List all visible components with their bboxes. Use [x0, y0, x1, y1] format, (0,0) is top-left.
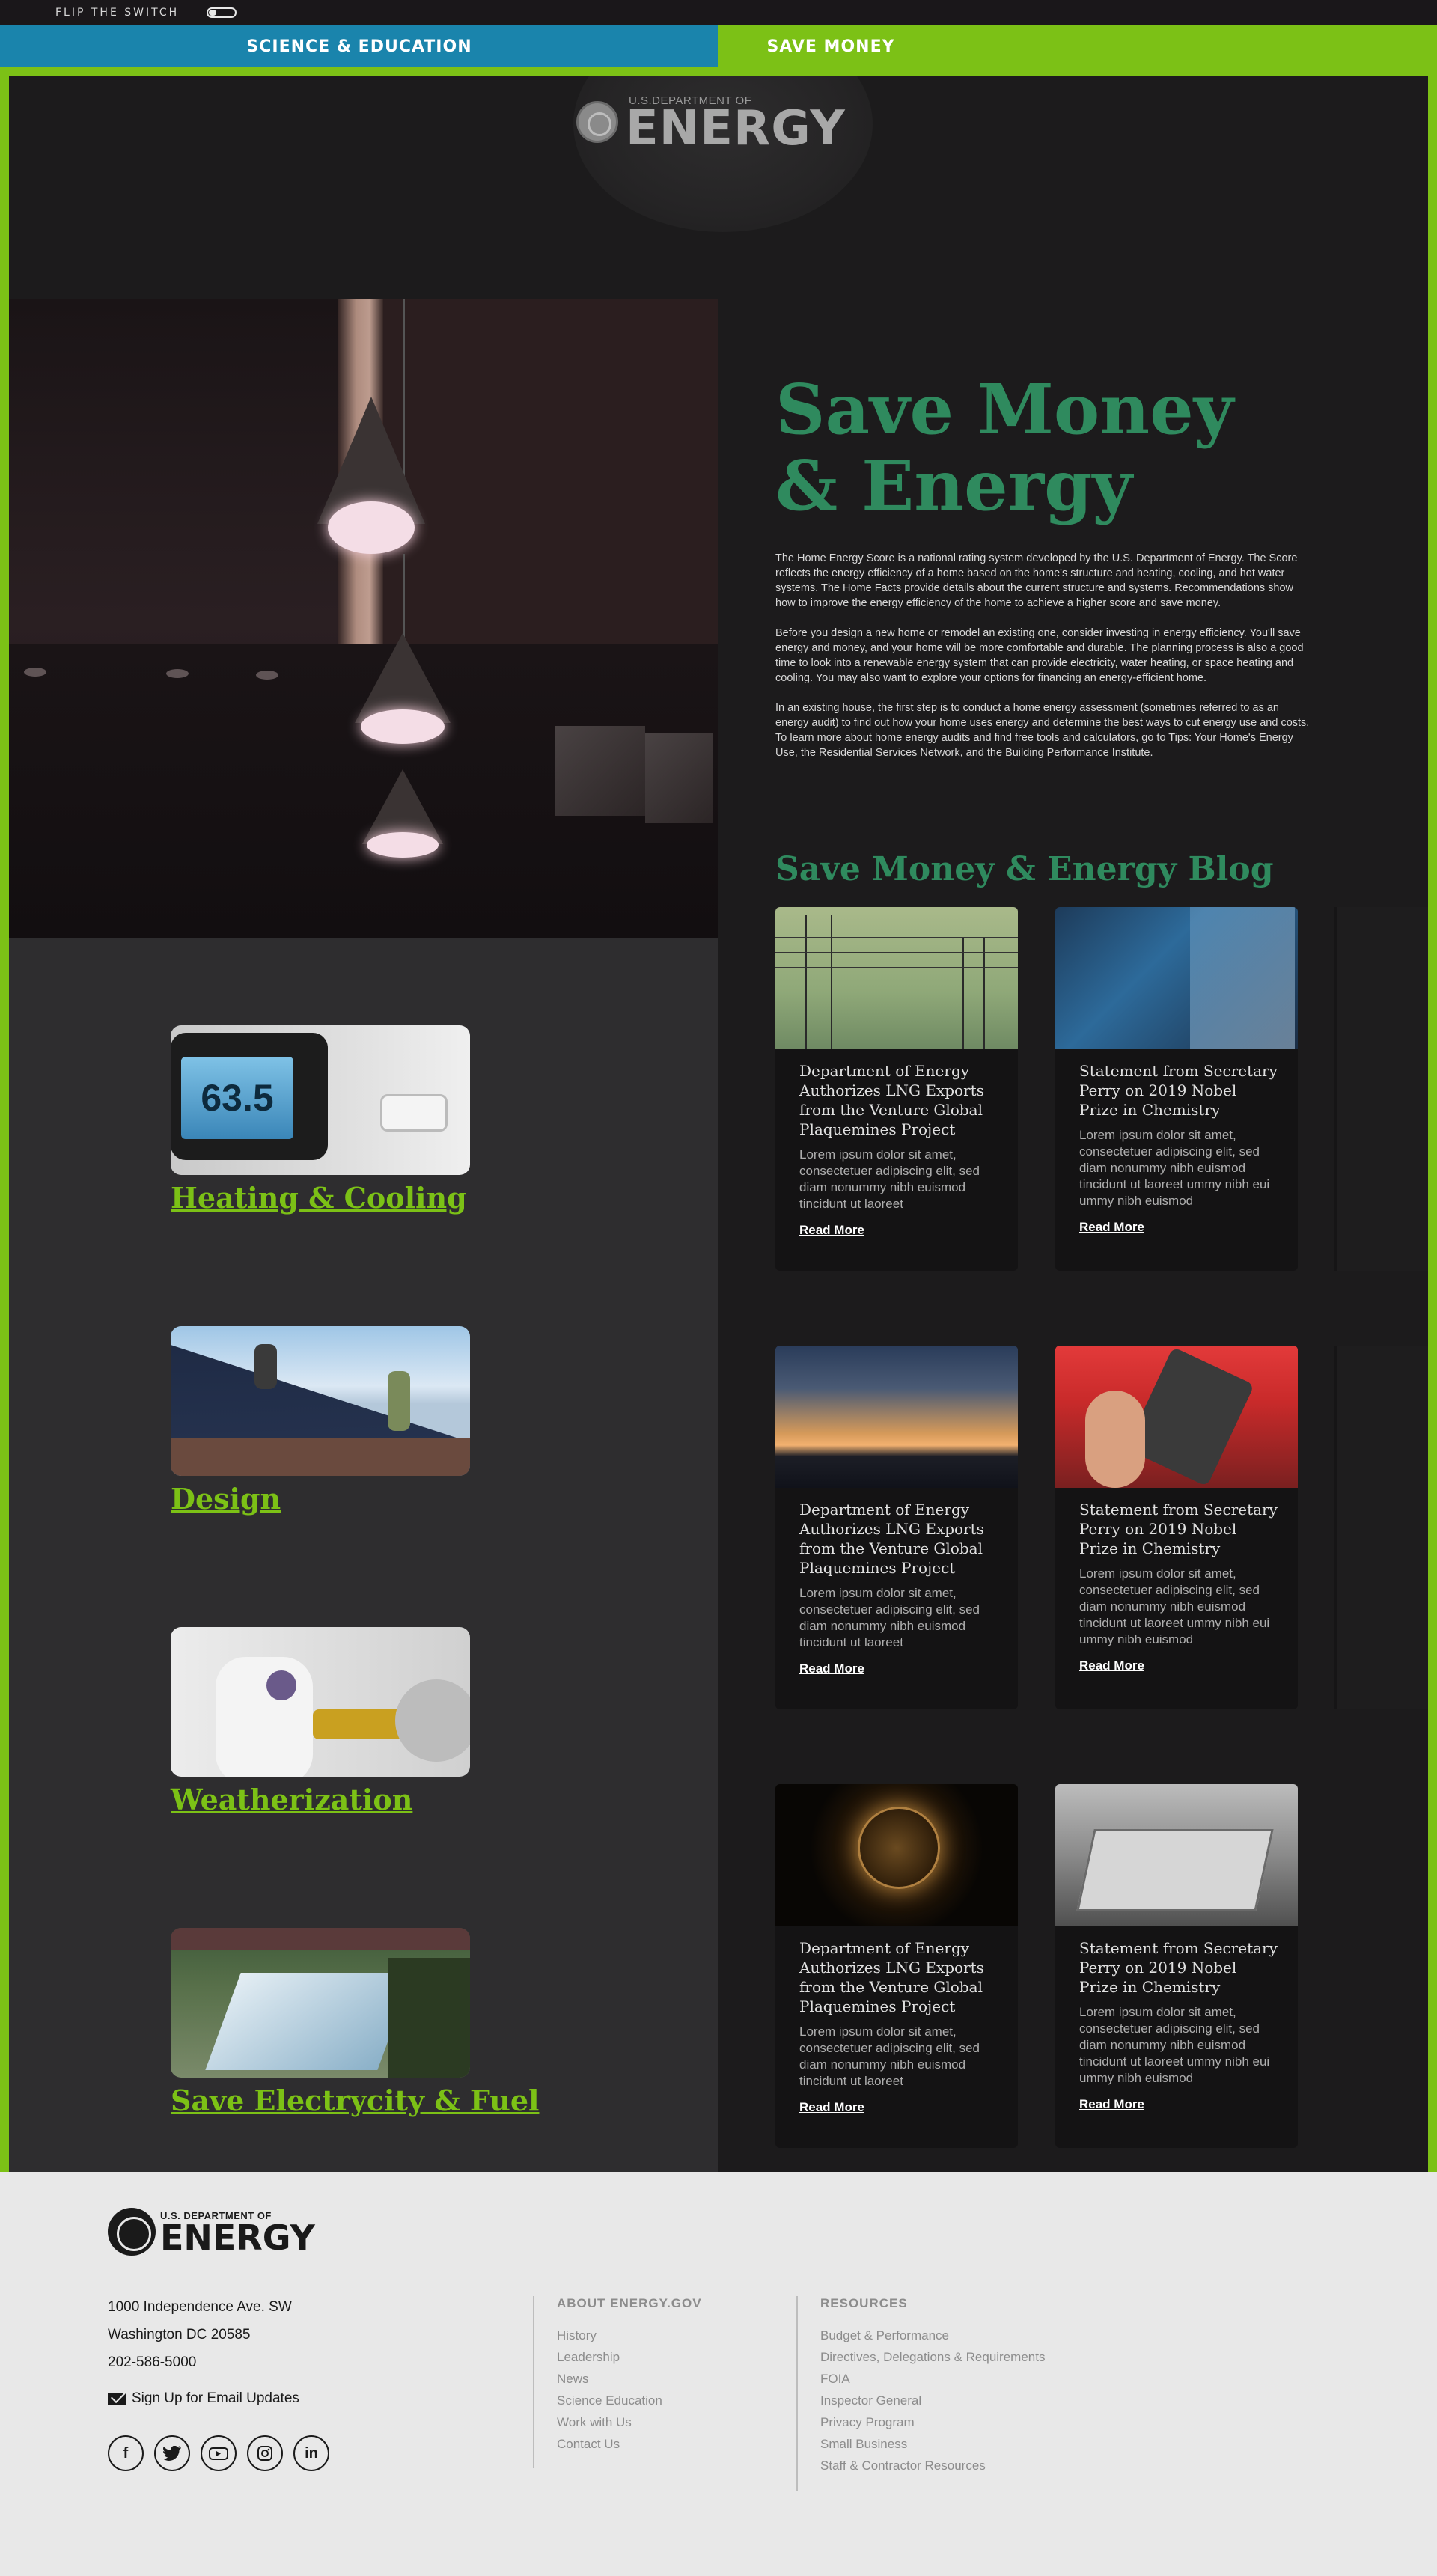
light-bulb-image [775, 1784, 1018, 1926]
footer-link[interactable]: Privacy Program [820, 2411, 1045, 2433]
skylight-house-image [171, 1928, 470, 2078]
footer-link[interactable]: Budget & Performance [820, 2325, 1045, 2346]
footer-link[interactable]: Small Business [820, 2433, 1045, 2455]
tab-science-education[interactable]: SCIENCE & EDUCATION [0, 25, 718, 67]
card-excerpt: Lorem ipsum dolor sit amet, consectetuer… [799, 2024, 980, 2088]
card-excerpt: Lorem ipsum dolor sit amet, consectetuer… [1079, 1566, 1270, 1646]
card-excerpt: Lorem ipsum dolor sit amet, consectetuer… [799, 1147, 980, 1211]
blog-section-title: Save Money & Energy Blog [775, 850, 1274, 888]
read-more-link[interactable]: Read More [799, 2100, 864, 2115]
footer-link[interactable]: Inspector General [820, 2390, 1045, 2411]
blog-card[interactable]: Department of Energy Authorizes LNG Expo… [775, 1346, 1018, 1709]
about-heading: ABOUT ENERGY.GOV [557, 2296, 702, 2310]
content-area: U.S.DEPARTMENT OF ENERGY 63.5 Heating & … [9, 76, 1428, 2172]
footer-address: 1000 Independence Ave. SW Washington DC … [108, 2293, 292, 2376]
read-more-link[interactable]: Read More [1079, 1658, 1144, 1673]
footer-link[interactable]: Staff & Contractor Resources [820, 2455, 1045, 2476]
category-heating-cooling[interactable]: 63.5 Heating & Cooling [171, 1025, 470, 1215]
category-link[interactable]: Heating & Cooling [171, 1181, 470, 1215]
doe-seal-icon [576, 101, 618, 143]
wind-farm-sunset-image [775, 1346, 1018, 1488]
footer-link[interactable]: Work with Us [557, 2411, 702, 2433]
category-link[interactable]: Save Electrycity & Fuel [171, 2084, 539, 2117]
main-nav: SCIENCE & EDUCATION SAVE MONEY [0, 25, 1437, 67]
social-links: f in [108, 2435, 340, 2471]
site-footer: U.S. DEPARTMENT OF ENERGY 1000 Independe… [0, 2172, 1437, 2576]
circuit-board-image [1055, 907, 1298, 1049]
students-robotics-image [1055, 1346, 1298, 1488]
blog-card[interactable]: Statement from Secretary Perry on 2019 N… [1055, 1346, 1298, 1709]
category-electricity-fuel[interactable]: Save Electrycity & Fuel [171, 1928, 539, 2117]
footer-link[interactable]: History [557, 2325, 702, 2346]
tab-save-money[interactable]: SAVE MONEY [718, 25, 943, 67]
carousel-peek [1334, 907, 1428, 1271]
intro-paragraph: In an existing house, the first step is … [775, 702, 1310, 759]
resources-heading: RESOURCES [820, 2296, 908, 2310]
carousel-peek [1334, 1346, 1428, 1709]
footer-link[interactable]: Directives, Delegations & Requirements [820, 2346, 1045, 2368]
rover-machinery-image [1055, 1784, 1298, 1926]
hero-image [9, 299, 718, 938]
card-excerpt: Lorem ipsum dolor sit amet, consectetuer… [799, 1586, 980, 1649]
card-title: Statement from Secretary Perry on 2019 N… [1079, 1501, 1278, 1557]
envelope-icon [108, 2393, 126, 2405]
theme-toggle[interactable] [207, 7, 237, 18]
doe-seal-icon [108, 2208, 156, 2256]
youtube-icon[interactable] [201, 2435, 237, 2471]
card-excerpt: Lorem ipsum dolor sit amet, consectetuer… [1079, 2005, 1270, 2085]
signup-label: Sign Up for Email Updates [132, 2390, 299, 2406]
green-frame: U.S.DEPARTMENT OF ENERGY 63.5 Heating & … [0, 67, 1437, 2172]
logo-big-text: ENERGY [626, 100, 846, 156]
intro-paragraph: The Home Energy Score is a national rati… [775, 552, 1298, 609]
footer-resources-column: RESOURCES Budget & Performance Directive… [796, 2296, 1045, 2491]
thermostat-image: 63.5 [171, 1025, 470, 1175]
blog-card[interactable]: Department of Energy Authorizes LNG Expo… [775, 1784, 1018, 2148]
instagram-icon[interactable] [247, 2435, 283, 2471]
category-link[interactable]: Weatherization [171, 1783, 470, 1816]
footer-link[interactable]: Leadership [557, 2346, 702, 2368]
card-title: Statement from Secretary Perry on 2019 N… [1079, 1939, 1278, 1996]
card-title: Department of Energy Authorizes LNG Expo… [799, 1062, 984, 1138]
phone-number: 202-586-5000 [108, 2354, 197, 2370]
read-more-link[interactable]: Read More [799, 1661, 864, 1676]
footer-link[interactable]: FOIA [820, 2368, 1045, 2390]
category-design[interactable]: Design [171, 1326, 470, 1516]
flip-switch-label: FLIP THE SWITCH [55, 7, 180, 19]
facebook-icon[interactable]: f [108, 2435, 144, 2471]
page-title: Save Money & Energy [775, 369, 1234, 526]
utility-bar: FLIP THE SWITCH [0, 0, 1437, 25]
power-lines-image [775, 907, 1018, 1049]
footer-logo[interactable]: U.S. DEPARTMENT OF ENERGY [108, 2208, 315, 2256]
footer-about-column: ABOUT ENERGY.GOV History Leadership News… [533, 2296, 702, 2468]
blog-card[interactable]: Statement from Secretary Perry on 2019 N… [1055, 1784, 1298, 2148]
address-line: 1000 Independence Ave. SW [108, 2299, 292, 2315]
blog-card[interactable]: Statement from Secretary Perry on 2019 N… [1055, 907, 1298, 1271]
toggle-knob [209, 10, 216, 16]
footer-link[interactable]: Contact Us [557, 2433, 702, 2455]
solar-roof-image [171, 1326, 470, 1476]
intro-paragraph: Before you design a new home or remodel … [775, 627, 1304, 684]
linkedin-icon[interactable]: in [293, 2435, 329, 2471]
card-title: Statement from Secretary Perry on 2019 N… [1079, 1062, 1278, 1119]
read-more-link[interactable]: Read More [1079, 1220, 1144, 1235]
address-line: Washington DC 20585 [108, 2327, 251, 2342]
category-link[interactable]: Design [171, 1482, 470, 1516]
card-excerpt: Lorem ipsum dolor sit amet, consectetuer… [1079, 1128, 1270, 1208]
twitter-icon[interactable] [154, 2435, 190, 2471]
footer-link[interactable]: Science Education [557, 2390, 702, 2411]
footer-link[interactable]: News [557, 2368, 702, 2390]
intro-text: The Home Energy Score is a national rati… [775, 551, 1314, 775]
read-more-link[interactable]: Read More [799, 1223, 864, 1238]
thermostat-reading: 63.5 [181, 1057, 293, 1139]
doe-logo[interactable]: U.S.DEPARTMENT OF ENERGY [576, 94, 846, 156]
card-title: Department of Energy Authorizes LNG Expo… [799, 1501, 984, 1577]
category-weatherization[interactable]: Weatherization [171, 1627, 470, 1816]
footer-logo-big: ENERGY [160, 2217, 315, 2258]
blog-card[interactable]: Department of Energy Authorizes LNG Expo… [775, 907, 1018, 1271]
card-title: Department of Energy Authorizes LNG Expo… [799, 1939, 984, 2015]
insulation-worker-image [171, 1627, 470, 1777]
email-signup-link[interactable]: Sign Up for Email Updates [108, 2390, 299, 2407]
read-more-link[interactable]: Read More [1079, 2097, 1144, 2112]
